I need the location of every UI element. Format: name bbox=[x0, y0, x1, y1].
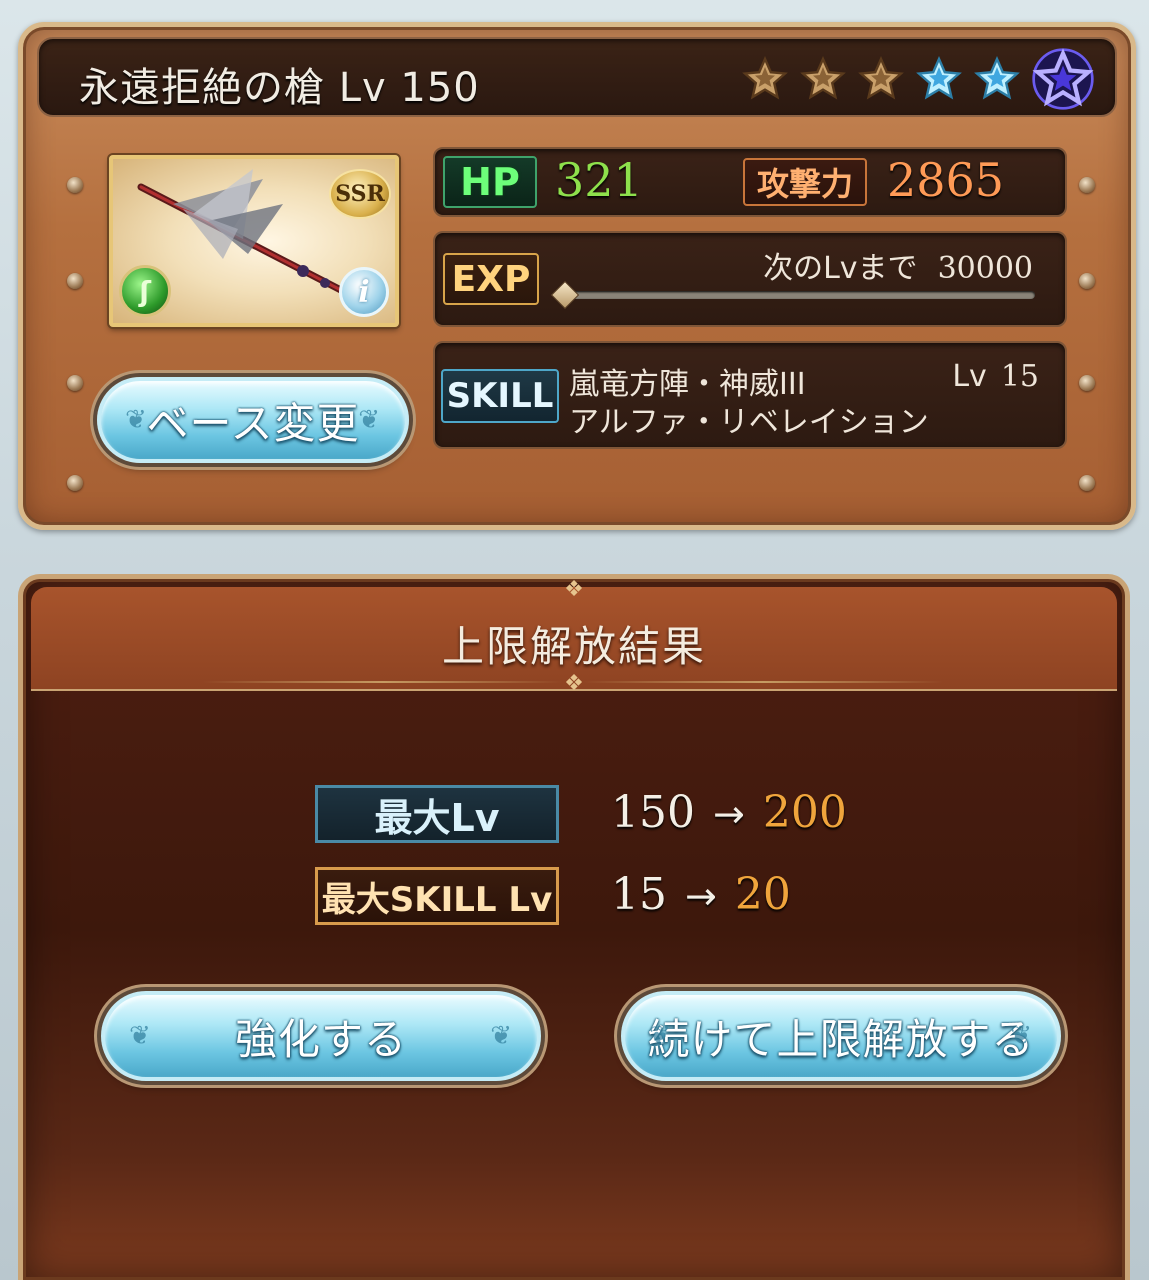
uncap-stars bbox=[741, 47, 1095, 111]
transcendence-star-icon bbox=[1032, 48, 1094, 110]
rivet-decoration bbox=[1079, 273, 1095, 289]
hp-label: HP bbox=[443, 156, 537, 208]
wind-element-icon: ʃ bbox=[119, 265, 171, 317]
continue-uncap-button[interactable]: ❦ 続けて上限解放する ❦ bbox=[621, 991, 1061, 1081]
star-icon bbox=[800, 56, 846, 100]
enhance-button[interactable]: ❦ 強化する ❦ bbox=[101, 991, 541, 1081]
ornament-icon: ❖ bbox=[564, 671, 584, 696]
skill-level: Lv 15 bbox=[952, 359, 1039, 394]
rivet-decoration bbox=[1079, 475, 1095, 491]
max-level-change: 150 → 200 bbox=[611, 787, 847, 838]
max-skill-level-new: 20 bbox=[734, 869, 791, 920]
rivet-decoration bbox=[67, 273, 83, 289]
ornament-icon: ❦ bbox=[490, 1021, 513, 1051]
hp-value: 321 bbox=[555, 153, 643, 207]
rivet-decoration bbox=[67, 375, 83, 391]
weapon-info-card: 永遠拒絶の槍 Lv 150 SSR ʃ i ❦ ベース変更 ❦ HP 321 攻… bbox=[18, 22, 1136, 530]
divider bbox=[203, 681, 563, 683]
continue-uncap-label: 続けて上限解放する bbox=[647, 1014, 1035, 1064]
exp-bar-marker bbox=[550, 280, 580, 310]
star-icon bbox=[974, 56, 1020, 100]
ornament-icon: ❦ bbox=[129, 1021, 152, 1051]
ornament-icon: ❦ bbox=[649, 1021, 672, 1051]
info-icon[interactable]: i bbox=[339, 267, 389, 317]
weapon-thumbnail[interactable]: SSR ʃ i bbox=[109, 155, 399, 327]
star-icon bbox=[916, 56, 962, 100]
skill-label: SKILL bbox=[441, 369, 559, 423]
skill-level-value: 15 bbox=[1000, 359, 1039, 394]
ssr-rarity-badge: SSR bbox=[329, 169, 391, 219]
exp-panel: EXP 次のLvまで 30000 bbox=[433, 231, 1067, 327]
max-skill-level-old: 15 bbox=[611, 869, 667, 920]
skill-subname: アルファ・リベレイション bbox=[569, 405, 929, 440]
rivet-decoration bbox=[1079, 177, 1095, 193]
exp-label: EXP bbox=[443, 253, 539, 305]
ornament-icon: ❦ bbox=[358, 405, 381, 435]
rivet-decoration bbox=[67, 177, 83, 193]
arrow-icon: → bbox=[712, 792, 745, 836]
enhance-label: 強化する bbox=[234, 1014, 407, 1064]
skill-level-label: Lv bbox=[952, 359, 987, 394]
base-change-button[interactable]: ❦ ベース変更 ❦ bbox=[97, 377, 409, 463]
star-icon bbox=[858, 56, 904, 100]
exp-bar bbox=[565, 291, 1035, 299]
uncap-result-card: ❖ 上限解放結果 ❖ 最大Lv 150 → 200 最大SKILL Lv 15 → 20… bbox=[18, 574, 1130, 1280]
max-level-label: 最大Lv bbox=[315, 785, 559, 843]
base-change-label: ベース変更 bbox=[146, 398, 360, 448]
stats-panel: HP 321 攻撃力 2865 bbox=[433, 147, 1067, 217]
max-skill-level-label: 最大SKILL Lv bbox=[315, 867, 559, 925]
max-level-new: 200 bbox=[762, 787, 847, 838]
attack-label: 攻撃力 bbox=[743, 158, 867, 206]
star-icon bbox=[742, 56, 788, 100]
result-title: 上限解放結果 bbox=[441, 622, 706, 671]
ornament-icon: ❖ bbox=[564, 577, 584, 602]
next-level-label: 次のLvまで bbox=[763, 251, 918, 286]
max-skill-level-change: 15 → 20 bbox=[611, 869, 791, 920]
next-level-text: 次のLvまで 30000 bbox=[763, 243, 1033, 287]
divider bbox=[583, 681, 943, 683]
rivet-decoration bbox=[67, 475, 83, 491]
title-bar: 永遠拒絶の槍 Lv 150 bbox=[37, 37, 1117, 117]
next-level-value: 30000 bbox=[937, 251, 1033, 286]
max-level-old: 150 bbox=[611, 787, 695, 838]
skill-panel: SKILL 嵐竜方陣・神威III Lv 15 アルファ・リベレイション bbox=[433, 341, 1067, 449]
attack-value: 2865 bbox=[887, 153, 1005, 207]
ornament-icon: ❦ bbox=[1010, 1021, 1033, 1051]
weapon-title: 永遠拒絶の槍 Lv 150 bbox=[79, 65, 480, 111]
ornament-icon: ❦ bbox=[125, 405, 148, 435]
arrow-icon: → bbox=[685, 874, 717, 918]
rivet-decoration bbox=[1079, 375, 1095, 391]
